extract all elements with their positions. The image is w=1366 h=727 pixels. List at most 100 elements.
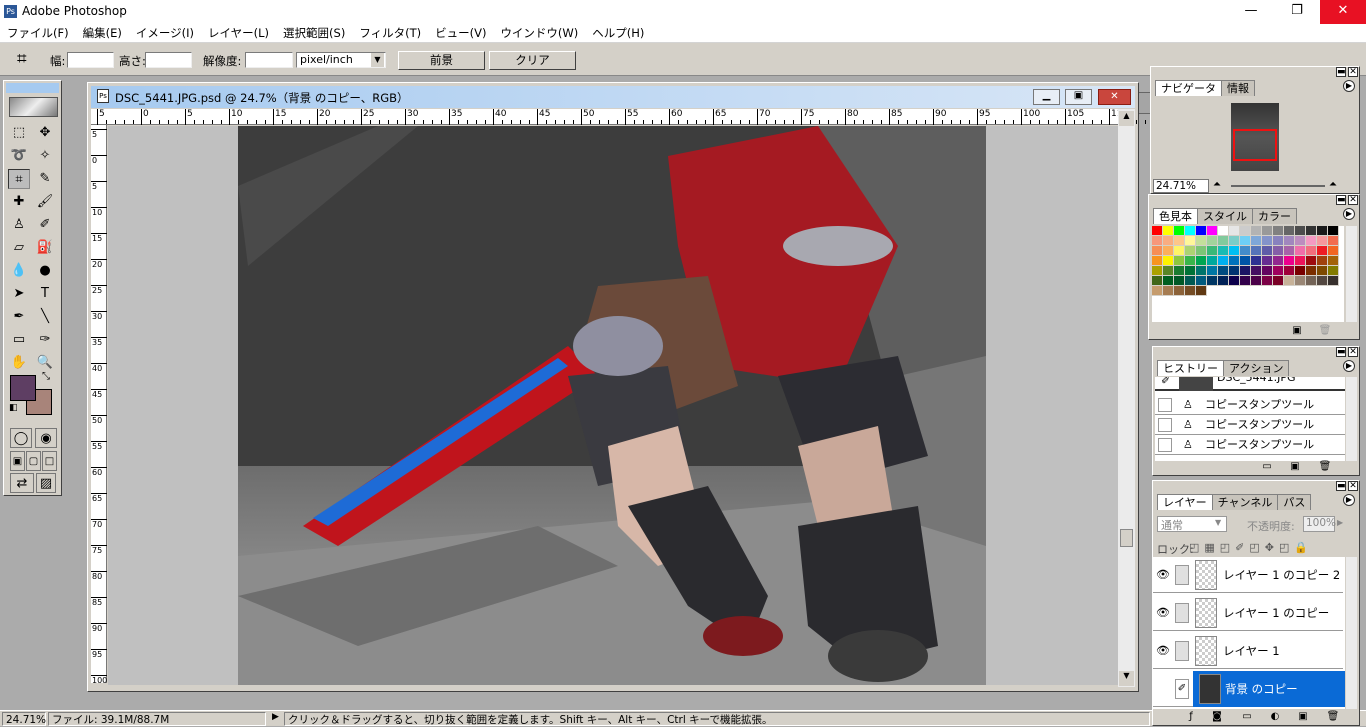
- move-tool-icon[interactable]: ✥: [34, 123, 56, 143]
- history-source-box[interactable]: [1158, 438, 1172, 452]
- color-swatch[interactable]: [1273, 236, 1284, 246]
- color-swatch[interactable]: [1174, 236, 1185, 246]
- color-swatch[interactable]: [1251, 266, 1262, 276]
- eye-icon[interactable]: 👁: [1155, 604, 1171, 622]
- color-swatch[interactable]: [1317, 266, 1328, 276]
- layer-mask-icon[interactable]: ◙: [1209, 710, 1225, 724]
- new-snapshot-icon[interactable]: ▣: [1287, 460, 1303, 474]
- menu-window[interactable]: ウインドウ(W): [493, 24, 585, 42]
- color-swatch[interactable]: [1284, 276, 1295, 286]
- color-swatch[interactable]: [1163, 286, 1174, 296]
- color-swatch[interactable]: [1185, 276, 1196, 286]
- clear-button[interactable]: クリア: [489, 51, 576, 70]
- color-swatch[interactable]: [1306, 246, 1317, 256]
- color-swatch[interactable]: [1207, 236, 1218, 246]
- tab-actions[interactable]: アクション: [1223, 360, 1290, 376]
- palette-close-icon[interactable]: ✕: [1348, 195, 1358, 205]
- color-swatch[interactable]: [1229, 266, 1240, 276]
- color-swatch[interactable]: [1174, 246, 1185, 256]
- brush-tool-icon[interactable]: 🖌: [34, 192, 56, 212]
- history-snapshot[interactable]: ✐ DSC_5441.JPG: [1155, 377, 1345, 391]
- history-item[interactable]: ♙ コピースタンプツール: [1155, 435, 1345, 455]
- zoom-in-icon[interactable]: ⏶: [1329, 179, 1337, 190]
- tab-paths[interactable]: パス: [1277, 494, 1312, 510]
- opacity-arrow-icon[interactable]: ▶: [1337, 518, 1343, 527]
- color-swatch[interactable]: [1174, 226, 1185, 236]
- color-swatch[interactable]: [1218, 236, 1229, 246]
- color-swatch[interactable]: [1328, 246, 1339, 256]
- color-swatch[interactable]: [1284, 256, 1295, 266]
- color-swatch[interactable]: [1218, 226, 1229, 236]
- history-item[interactable]: ♙ コピースタンプツール: [1155, 395, 1345, 415]
- delete-swatch-icon[interactable]: 🗑: [1317, 324, 1333, 338]
- color-swatch[interactable]: [1262, 246, 1273, 256]
- crop-tool-icon[interactable]: ⌗: [8, 169, 30, 189]
- maximize-button[interactable]: ❐: [1274, 0, 1320, 24]
- jump-to-imageready-icon[interactable]: ⇄: [10, 473, 34, 493]
- palette-menu-icon[interactable]: ▶: [1343, 494, 1355, 506]
- tab-color[interactable]: カラー: [1252, 208, 1297, 224]
- color-swatch[interactable]: [1163, 236, 1174, 246]
- tab-info[interactable]: 情報: [1221, 80, 1255, 96]
- palette-menu-icon[interactable]: ▶: [1343, 208, 1355, 220]
- color-swatch[interactable]: [1163, 246, 1174, 256]
- healing-brush-icon[interactable]: ✚: [8, 192, 30, 212]
- adjustment-layer-icon[interactable]: ◐: [1267, 710, 1283, 724]
- lasso-tool-icon[interactable]: ➰: [8, 146, 30, 166]
- zoom-out-icon[interactable]: ⏶: [1213, 179, 1221, 190]
- color-swatch[interactable]: [1306, 226, 1317, 236]
- color-swatch[interactable]: [1295, 226, 1306, 236]
- close-button[interactable]: ✕: [1320, 0, 1366, 24]
- menu-filter[interactable]: フィルタ(T): [352, 24, 428, 42]
- color-swatch[interactable]: [1251, 246, 1262, 256]
- color-swatch[interactable]: [1196, 246, 1207, 256]
- layer-style-icon[interactable]: ƒ: [1183, 710, 1199, 724]
- history-item[interactable]: ♙ コピースタンプツール: [1155, 415, 1345, 435]
- color-swatch[interactable]: [1196, 226, 1207, 236]
- canvas-area[interactable]: [108, 126, 1120, 685]
- color-swatch[interactable]: [1328, 266, 1339, 276]
- tab-navigator[interactable]: ナビゲータ: [1155, 80, 1222, 96]
- color-swatch[interactable]: [1317, 226, 1328, 236]
- color-swatch[interactable]: [1328, 236, 1339, 246]
- color-swatch[interactable]: [1174, 266, 1185, 276]
- color-swatch[interactable]: [1163, 276, 1174, 286]
- color-swatch[interactable]: [1295, 246, 1306, 256]
- color-swatch[interactable]: [1196, 276, 1207, 286]
- color-swatch[interactable]: [1284, 246, 1295, 256]
- link-box[interactable]: [1175, 641, 1189, 661]
- standard-mode-icon[interactable]: ◯: [10, 428, 32, 448]
- new-document-from-state-icon[interactable]: ▭: [1259, 460, 1275, 474]
- color-swatch[interactable]: [1306, 266, 1317, 276]
- color-swatch[interactable]: [1240, 256, 1251, 266]
- color-swatch[interactable]: [1229, 276, 1240, 286]
- color-swatch[interactable]: [1284, 236, 1295, 246]
- new-set-icon[interactable]: ▭: [1239, 710, 1255, 724]
- layers-scrollbar[interactable]: [1346, 557, 1357, 709]
- color-swatch[interactable]: [1317, 236, 1328, 246]
- menu-image[interactable]: イメージ(I): [129, 24, 201, 42]
- status-arrow-icon[interactable]: ▶: [272, 712, 279, 722]
- new-swatch-icon[interactable]: ▣: [1289, 324, 1305, 338]
- color-swatch[interactable]: [1284, 226, 1295, 236]
- color-swatch[interactable]: [1174, 256, 1185, 266]
- tab-layers[interactable]: レイヤー: [1157, 494, 1213, 510]
- color-swatch[interactable]: [1152, 256, 1163, 266]
- zoom-tool-icon[interactable]: 🔍: [34, 353, 56, 373]
- color-swatch[interactable]: [1240, 276, 1251, 286]
- color-swatch[interactable]: [1273, 266, 1284, 276]
- eye-icon[interactable]: 👁: [1155, 642, 1171, 660]
- color-swatch[interactable]: [1306, 236, 1317, 246]
- tab-history[interactable]: ヒストリー: [1157, 360, 1224, 376]
- palette-close-icon[interactable]: ✕: [1348, 481, 1358, 491]
- height-input[interactable]: [145, 52, 192, 68]
- color-swatch[interactable]: [1262, 236, 1273, 246]
- history-scrollbar[interactable]: [1346, 377, 1357, 461]
- resolution-input[interactable]: [245, 52, 293, 68]
- color-swatch[interactable]: [1240, 236, 1251, 246]
- type-tool-icon[interactable]: T: [34, 284, 56, 304]
- color-swatch[interactable]: [1207, 226, 1218, 236]
- color-swatch[interactable]: [1185, 236, 1196, 246]
- hand-tool-icon[interactable]: ✋: [8, 353, 30, 373]
- marquee-tool-icon[interactable]: ⬚: [8, 123, 30, 143]
